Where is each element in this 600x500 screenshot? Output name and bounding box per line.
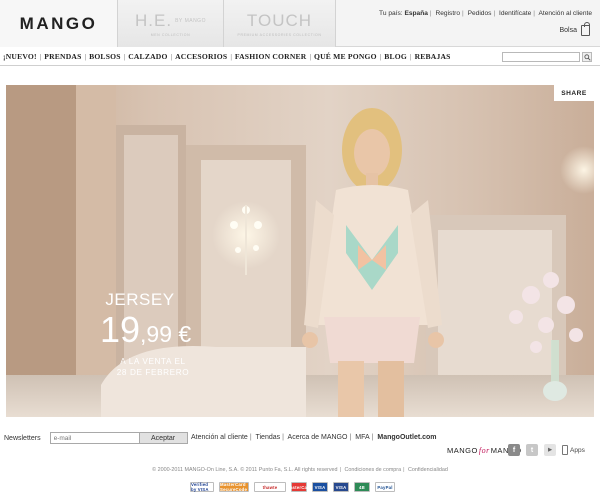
promo-date: A LA VENTA EL 28 DE FEBRERO — [116, 357, 190, 377]
identificate-link[interactable]: Identifícate — [499, 10, 531, 17]
promo-title: JERSEY — [105, 290, 175, 309]
nav-item-blog[interactable]: BLOG — [384, 52, 407, 61]
mango-logo: MANGO — [19, 13, 98, 33]
nav-item-que-me-pongo[interactable]: QUÉ ME PONGO — [314, 52, 377, 61]
header: MANGO H.E. BY MANGO MEN COLLECTION TOUCH … — [0, 0, 600, 47]
nav-item-rebajas[interactable]: REBAJAS — [415, 52, 451, 61]
mastercard-securecode-logo: MasterCard SecureCode — [219, 482, 249, 492]
nav-item-calzado[interactable]: CALZADO — [128, 52, 167, 61]
country-selector[interactable]: España — [404, 10, 427, 17]
hero-photo — [6, 85, 594, 417]
search-input[interactable] — [502, 52, 580, 62]
newsletter-email-input[interactable] — [49, 432, 140, 444]
4b-logo: 4B — [354, 482, 370, 492]
footer-link-outlet[interactable]: MangoOutlet.com — [377, 434, 436, 441]
copyright-text: © 2000-2011 MANGO-On Line, S.A. © 2011 P… — [152, 467, 338, 473]
promo-text: JERSEY 19,99 € A LA VENTA EL 28 DE FEBRE… — [100, 290, 196, 378]
nav-item-fashion-corner[interactable]: FASHION CORNER — [235, 52, 307, 61]
promo-price: 19,99 € — [100, 309, 192, 350]
he-subtitle: MEN COLLECTION — [150, 32, 191, 37]
footer-link-atencion[interactable]: Atención al cliente — [191, 434, 248, 441]
top-links: Tu país: España | Registro | Pedidos | Iden… — [379, 10, 592, 17]
visa-logo: VISA — [312, 482, 328, 492]
brand-tab-he[interactable]: H.E. BY MANGO MEN COLLECTION — [118, 0, 224, 47]
footer-link-mfa[interactable]: MFA — [355, 434, 369, 441]
nav-item-nuevo[interactable]: ¡NUEVO! — [3, 52, 37, 61]
country-label: Tu país: — [379, 10, 403, 17]
payment-logos: Verified by VISA MasterCard SecureCode t… — [190, 482, 395, 492]
condiciones-link[interactable]: Condiciones de compra — [344, 467, 401, 473]
copyright-line: © 2000-2011 MANGO-On Line, S.A. © 2011 P… — [152, 467, 448, 473]
social-links: f t ▶ Apps — [508, 444, 585, 456]
thawte-logo: thawte — [254, 482, 286, 492]
search-icon — [583, 53, 591, 61]
bag-label: Bolsa — [559, 27, 577, 34]
newsletter: Newsletters Aceptar — [4, 432, 188, 444]
paypal-logo: PayPal — [375, 482, 395, 492]
registro-link[interactable]: Registro — [435, 10, 460, 17]
apps-link[interactable]: Apps — [562, 445, 585, 455]
footer-links: Atención al cliente | Tiendas | Acerca de … — [191, 434, 437, 441]
touch-logo: TOUCH — [246, 10, 313, 30]
nav-item-accesorios[interactable]: ACCESORIOS — [175, 52, 227, 61]
main-nav: ¡NUEVO! | PRENDAS | BOLSOS | CALZADO | ACCES… — [0, 48, 600, 66]
verified-by-visa-logo: Verified by VISA — [190, 482, 214, 492]
he-logo: H.E. BY MANGO — [135, 10, 206, 30]
newsletter-accept-button[interactable]: Aceptar — [139, 432, 188, 444]
touch-subtitle: PREMIUM ACCESSORIES COLLECTION — [237, 32, 322, 37]
brand-tab-mango[interactable]: MANGO — [0, 0, 118, 47]
visa-electron-logo: VISA — [333, 482, 349, 492]
atencion-cliente-link[interactable]: Atención al cliente — [538, 10, 592, 17]
mastercard-logo: MasterCard — [286, 482, 312, 492]
search-button[interactable] — [582, 52, 592, 62]
share-button[interactable]: SHARE — [554, 85, 594, 101]
nav-item-prendas[interactable]: PRENDAS — [44, 52, 81, 61]
footer-link-tiendas[interactable]: Tiendas — [255, 434, 280, 441]
phone-icon — [562, 445, 568, 455]
hero-banner[interactable]: SHARE JERSEY 19,99 € A LA VENTA EL 28 DE… — [6, 85, 594, 417]
twitter-icon[interactable]: t — [526, 444, 538, 456]
confidencialidad-link[interactable]: Confidencialidad — [408, 467, 448, 473]
newsletter-label: Newsletters — [4, 434, 41, 442]
footer-link-acerca[interactable]: Acerca de MANGO — [288, 434, 348, 441]
bag-icon — [581, 22, 590, 36]
nav-item-bolsos[interactable]: BOLSOS — [89, 52, 121, 61]
youtube-icon[interactable]: ▶ — [544, 444, 556, 456]
apps-label: Apps — [570, 446, 585, 454]
pedidos-link[interactable]: Pedidos — [468, 10, 492, 17]
facebook-icon[interactable]: f — [508, 444, 520, 456]
shopping-bag[interactable]: Bolsa — [559, 22, 590, 36]
brand-tab-touch[interactable]: TOUCH PREMIUM ACCESSORIES COLLECTION — [224, 0, 336, 47]
